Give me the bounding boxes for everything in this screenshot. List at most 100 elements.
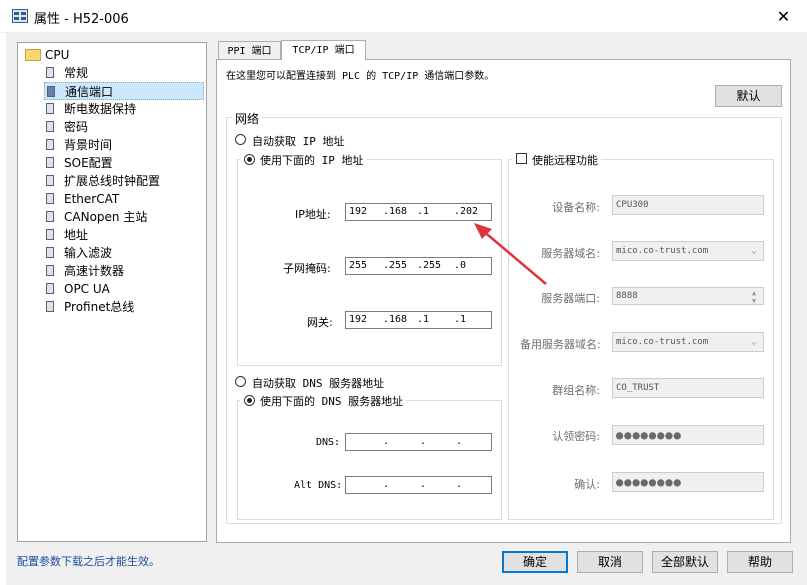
tree-item-address[interactable]: 地址 bbox=[44, 226, 88, 244]
cancel-button[interactable]: 取消 bbox=[577, 551, 643, 573]
ip-octet: . bbox=[420, 436, 427, 447]
tree-item-label: 高速计数器 bbox=[64, 264, 125, 278]
auto-ip-label: 自动获取 IP 地址 bbox=[252, 135, 345, 148]
auto-dns-label: 自动获取 DNS 服务器地址 bbox=[252, 377, 385, 390]
ip-octet: .1 bbox=[417, 314, 430, 325]
gateway-field[interactable]: 192 .168 .1 .1 bbox=[345, 311, 492, 329]
manual-dns-label: 使用下面的 DNS 服务器地址 bbox=[260, 395, 404, 408]
tree-item-comm-port[interactable]: 通信端口 bbox=[44, 82, 204, 100]
tab-label: PPI 端口 bbox=[227, 46, 272, 57]
tree-item-input-filter[interactable]: 输入滤波 bbox=[44, 244, 112, 262]
tab-label: TCP/IP 端口 bbox=[292, 45, 355, 56]
chevron-down-icon: ⌄ bbox=[751, 246, 757, 256]
tree-item-label: OPC UA bbox=[64, 282, 110, 296]
ip-address-label: IP地址: bbox=[295, 208, 331, 221]
ip-octet: . bbox=[383, 479, 390, 490]
ip-octet: .1 bbox=[417, 206, 430, 217]
ip-octet: .202 bbox=[454, 206, 479, 217]
auto-dns-radio[interactable] bbox=[235, 376, 246, 387]
ip-octet: . bbox=[420, 479, 427, 490]
folder-icon bbox=[25, 49, 41, 61]
manual-dns-radio[interactable] bbox=[244, 395, 255, 406]
manual-dns-group bbox=[237, 400, 502, 520]
group-name-field[interactable]: CO_TRUST bbox=[612, 378, 764, 398]
device-name-label: 设备名称: bbox=[552, 201, 600, 214]
dns-field[interactable]: . . . bbox=[345, 433, 492, 451]
ip-octet: 192 bbox=[349, 206, 368, 217]
server-domain-combo[interactable]: mico.co-trust.com ⌄ bbox=[612, 241, 764, 261]
tree-item-profinet[interactable]: Profinet总线 bbox=[44, 298, 134, 316]
tree-item-background-time[interactable]: 背景时间 bbox=[44, 136, 112, 154]
page-icon bbox=[46, 265, 54, 276]
window-title: 属性 - H52-006 bbox=[34, 12, 129, 27]
reset-all-button[interactable]: 全部默认 bbox=[652, 551, 718, 573]
alt-dns-label: Alt DNS: bbox=[294, 480, 343, 491]
tab-tcpip-port[interactable]: TCP/IP 端口 bbox=[281, 40, 366, 60]
tree-item-retentive[interactable]: 断电数据保持 bbox=[44, 100, 136, 118]
tree-root-label: CPU bbox=[45, 48, 70, 62]
tab-ppi-port[interactable]: PPI 端口 bbox=[218, 41, 281, 59]
backup-domain-combo[interactable]: mico.co-trust.com ⌄ bbox=[612, 332, 764, 352]
network-group-label: 网络 bbox=[232, 110, 263, 127]
tree-item-ext-bus-clock[interactable]: 扩展总线时钟配置 bbox=[44, 172, 160, 190]
server-port-stepper[interactable]: 8888 ▲ ▼ bbox=[612, 287, 764, 305]
remote-enable-label: 使能远程功能 bbox=[532, 154, 598, 167]
ip-octet: .0 bbox=[454, 260, 467, 271]
manual-ip-radio[interactable] bbox=[244, 154, 255, 165]
confirm-password-field[interactable]: ●●●●●●●● bbox=[612, 472, 764, 492]
tree-item-password[interactable]: 密码 bbox=[44, 118, 88, 136]
ip-address-field[interactable]: 192 .168 .1 .202 bbox=[345, 203, 492, 221]
ok-button[interactable]: 确定 bbox=[502, 551, 568, 573]
help-button[interactable]: 帮助 bbox=[727, 551, 793, 573]
tree-item-label: EtherCAT bbox=[64, 192, 120, 206]
properties-app-icon bbox=[12, 9, 28, 23]
tree-item-general[interactable]: 常规 bbox=[44, 64, 88, 82]
page-icon bbox=[46, 229, 54, 240]
ip-octet: . bbox=[456, 479, 463, 490]
default-button[interactable]: 默认 bbox=[715, 85, 782, 107]
ip-octet: .255 bbox=[417, 260, 442, 271]
page-icon bbox=[47, 86, 55, 97]
page-icon bbox=[46, 211, 54, 222]
server-port-label: 服务器端口: bbox=[541, 292, 600, 305]
page-icon bbox=[46, 175, 54, 186]
settings-tree[interactable]: CPU 常规 通信端口 断电数据保持 密码 背景时间 SOE配置 扩展总线时钟配… bbox=[17, 42, 207, 542]
ip-octet: .1 bbox=[454, 314, 467, 325]
device-name-field[interactable]: CPU300 bbox=[612, 195, 764, 215]
tree-item-label: 地址 bbox=[64, 228, 89, 242]
page-icon bbox=[46, 67, 54, 78]
tree-item-label: Profinet总线 bbox=[64, 300, 135, 314]
tree-item-label: 常规 bbox=[64, 66, 89, 80]
tree-item-opc-ua[interactable]: OPC UA bbox=[44, 280, 110, 298]
tree-item-soe[interactable]: SOE配置 bbox=[44, 154, 113, 172]
tree-item-label: 输入滤波 bbox=[64, 246, 113, 260]
page-icon bbox=[46, 301, 54, 312]
group-name-label: 群组名称: bbox=[552, 384, 600, 397]
tree-item-label: SOE配置 bbox=[64, 156, 113, 170]
tree-item-ethercat[interactable]: EtherCAT bbox=[44, 190, 119, 208]
confirm-password-label: 确认: bbox=[574, 478, 600, 491]
close-button[interactable]: ✕ bbox=[760, 0, 807, 32]
auth-password-field[interactable]: ●●●●●●●● bbox=[612, 425, 764, 445]
tree-root-cpu[interactable]: CPU bbox=[23, 46, 69, 64]
tree-item-canopen[interactable]: CANopen 主站 bbox=[44, 208, 147, 226]
page-icon bbox=[46, 283, 54, 294]
remote-enable-checkbox[interactable] bbox=[516, 153, 527, 164]
server-port-value: 8888 bbox=[616, 291, 638, 301]
page-icon bbox=[46, 103, 54, 114]
tree-item-label: 密码 bbox=[64, 120, 89, 134]
page-icon bbox=[46, 139, 54, 150]
tree-item-hs-counter[interactable]: 高速计数器 bbox=[44, 262, 124, 280]
close-icon: ✕ bbox=[776, 6, 791, 26]
ip-octet: .168 bbox=[383, 314, 408, 325]
panel-description: 在这里您可以配置连接到 PLC 的 TCP/IP 通信端口参数。 bbox=[226, 71, 495, 82]
page-icon bbox=[46, 121, 54, 132]
chevron-down-icon: ⌄ bbox=[751, 337, 757, 347]
backup-domain-label: 备用服务器域名: bbox=[520, 338, 601, 351]
tree-item-label: 扩展总线时钟配置 bbox=[64, 174, 161, 188]
auto-ip-radio[interactable] bbox=[235, 134, 246, 145]
server-domain-value: mico.co-trust.com bbox=[616, 246, 709, 256]
ip-octet: . bbox=[383, 436, 390, 447]
alt-dns-field[interactable]: . . . bbox=[345, 476, 492, 494]
page-icon bbox=[46, 157, 54, 168]
